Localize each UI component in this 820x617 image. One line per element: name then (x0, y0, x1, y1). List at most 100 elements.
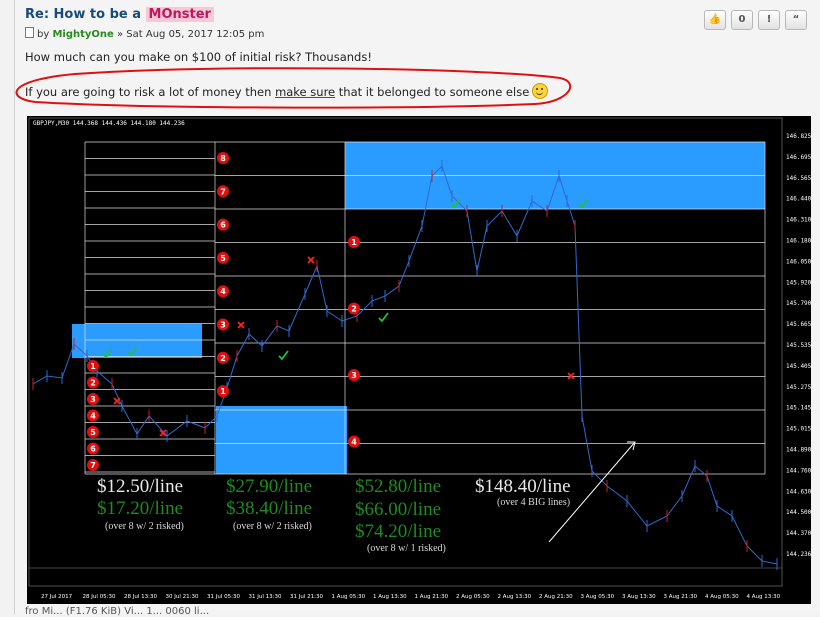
price-label-11: 145.405 (786, 363, 811, 370)
check-mark-2 (278, 350, 289, 361)
date-label-13: 3 Aug 05:30 (581, 594, 615, 600)
marker-b-5: 3 (220, 321, 226, 330)
p2-underline-text: make sure (275, 85, 336, 99)
price-label-10: 145.535 (786, 342, 811, 349)
profit-1-second: $17.20/line (97, 498, 184, 519)
date-label-2: 28 Jul 13:30 (124, 594, 157, 600)
p2-text-c: that it belonged to someone else (335, 85, 530, 99)
date-label-3: 30 Jul 21:30 (166, 594, 199, 600)
x-mark-3 (307, 256, 315, 264)
date-label-8: 1 Aug 13:30 (373, 594, 407, 600)
marker-b-0: 8 (220, 154, 226, 163)
marker-c-1: 2 (351, 305, 357, 314)
price-label-14: 145.015 (786, 426, 811, 433)
price-label-7: 145.920 (786, 279, 811, 286)
price-label-5: 146.180 (786, 238, 811, 245)
p2-text-a: If you are going to risk a lot of money … (25, 85, 276, 99)
post-paragraph-2: If you are going to risk a lot of money … (25, 83, 549, 99)
marker-b-7: 1 (220, 387, 226, 396)
profit-3-note: (over 8 w/ 1 risked) (367, 543, 446, 554)
profit-4-note: (over 4 BIG lines) (497, 497, 571, 508)
date-label-5: 31 Jul 13:30 (249, 594, 282, 600)
marker-a-1: 2 (90, 379, 96, 388)
marker-a-5: 6 (90, 445, 96, 454)
price-label-20: 144.236 (786, 551, 811, 558)
date-label-15: 3 Aug 21:30 (664, 594, 698, 600)
price-label-6: 146.050 (786, 258, 811, 265)
marker-a-0: 1 (90, 362, 96, 371)
price-label-13: 145.145 (786, 405, 811, 412)
date-label-14: 3 Aug 13:30 (622, 594, 656, 600)
forum-post: Re: How to be a MOnster by MightyOne » S… (14, 0, 820, 617)
date-label-6: 31 Jul 21:30 (290, 594, 323, 600)
like-count-button[interactable]: 0 (731, 10, 753, 30)
post-date: » Sat Aug 05, 2017 12:05 pm (113, 29, 265, 40)
price-label-2: 146.565 (786, 175, 811, 182)
profit-2-second: $38.40/line (226, 498, 313, 519)
date-label-7: 1 Aug 05:30 (332, 594, 366, 600)
price-label-15: 144.890 (786, 447, 811, 454)
post-icon[interactable] (25, 27, 34, 38)
profit-3-third: $74.20/line (355, 521, 442, 542)
x-mark-2 (237, 321, 245, 329)
price-label-1: 146.695 (786, 154, 811, 161)
marker-a-6: 7 (90, 461, 96, 470)
profit-1-main: $12.50/line (97, 476, 184, 497)
post-paragraph-1: How much can you make on $100 of initial… (25, 50, 372, 64)
date-label-0: 27 Jul 2017 (41, 594, 73, 600)
profit-3-second: $66.00/line (355, 499, 442, 520)
post-footer: fro Mi... (F1.76 KiB) Vi... 1... 0060 li… (25, 606, 210, 617)
price-label-16: 144.760 (786, 467, 811, 474)
date-label-11: 2 Aug 13:30 (498, 594, 532, 600)
check-mark-3 (378, 312, 389, 323)
post-title[interactable]: Re: How to be a MOnster (25, 7, 214, 22)
date-label-16: 4 Aug 05:30 (705, 594, 739, 600)
marker-b-4: 4 (220, 287, 226, 296)
author-link[interactable]: MightyOne (52, 29, 113, 40)
x-mark-4 (567, 372, 575, 380)
price-label-4: 146.310 (786, 217, 811, 224)
post-byline: by MightyOne » Sat Aug 05, 2017 12:05 pm (25, 27, 264, 40)
marker-b-6: 2 (220, 354, 226, 363)
marker-a-2: 3 (90, 395, 96, 404)
marker-b-3: 5 (220, 254, 226, 263)
price-label-12: 145.275 (786, 384, 811, 391)
marker-c-2: 3 (351, 371, 357, 380)
report-button[interactable]: ! (758, 10, 780, 30)
zone-blue-2 (216, 406, 347, 474)
profit-2-note: (over 8 w/ 2 risked) (233, 521, 312, 532)
like-button[interactable]: 👍 (704, 10, 726, 30)
marker-c-3: 4 (351, 438, 357, 447)
post-title-text[interactable]: Re: How to be a (25, 7, 146, 22)
price-label-8: 145.790 (786, 300, 811, 307)
date-label-12: 2 Aug 21:30 (539, 594, 573, 600)
profit-1-note: (over 8 w/ 2 risked) (105, 521, 184, 532)
profit-3-main: $52.80/line (355, 476, 442, 497)
price-label-19: 144.370 (786, 530, 811, 537)
date-label-10: 2 Aug 05:30 (456, 594, 490, 600)
marker-a-3: 4 (90, 412, 96, 421)
post-title-highlight[interactable]: MOnster (145, 7, 214, 22)
marker-b-2: 6 (220, 221, 226, 230)
date-label-4: 31 Jul 05:30 (207, 594, 240, 600)
zone-blue-1 (72, 324, 202, 358)
marker-c-0: 1 (351, 238, 357, 247)
price-label-3: 146.440 (786, 196, 811, 203)
price-label-17: 144.630 (786, 488, 811, 495)
by-label: by (37, 29, 50, 40)
price-label-18: 144.500 (786, 509, 811, 516)
date-label-9: 1 Aug 21:30 (415, 594, 449, 600)
quote-button[interactable]: “ (785, 10, 807, 30)
profit-4-main: $148.40/line (475, 476, 571, 497)
price-label-0: 146.825 (786, 133, 811, 140)
attached-chart-image[interactable]: 146.825 146.695 146.565 146.440 146.310 146.1… (27, 116, 811, 604)
price-label-9: 145.665 (786, 321, 811, 328)
profit-2-main: $27.90/line (226, 476, 313, 497)
date-label-17: 4 Aug 13:30 (747, 594, 781, 600)
date-label-1: 28 Jul 05:30 (83, 594, 116, 600)
marker-a-4: 5 (90, 428, 96, 437)
smiley-icon (532, 83, 549, 99)
marker-b-1: 7 (220, 187, 226, 196)
x-mark-0 (113, 397, 121, 405)
chart-header: GBPJPY,M30 144.368 144.436 144.180 144.2… (33, 120, 185, 127)
